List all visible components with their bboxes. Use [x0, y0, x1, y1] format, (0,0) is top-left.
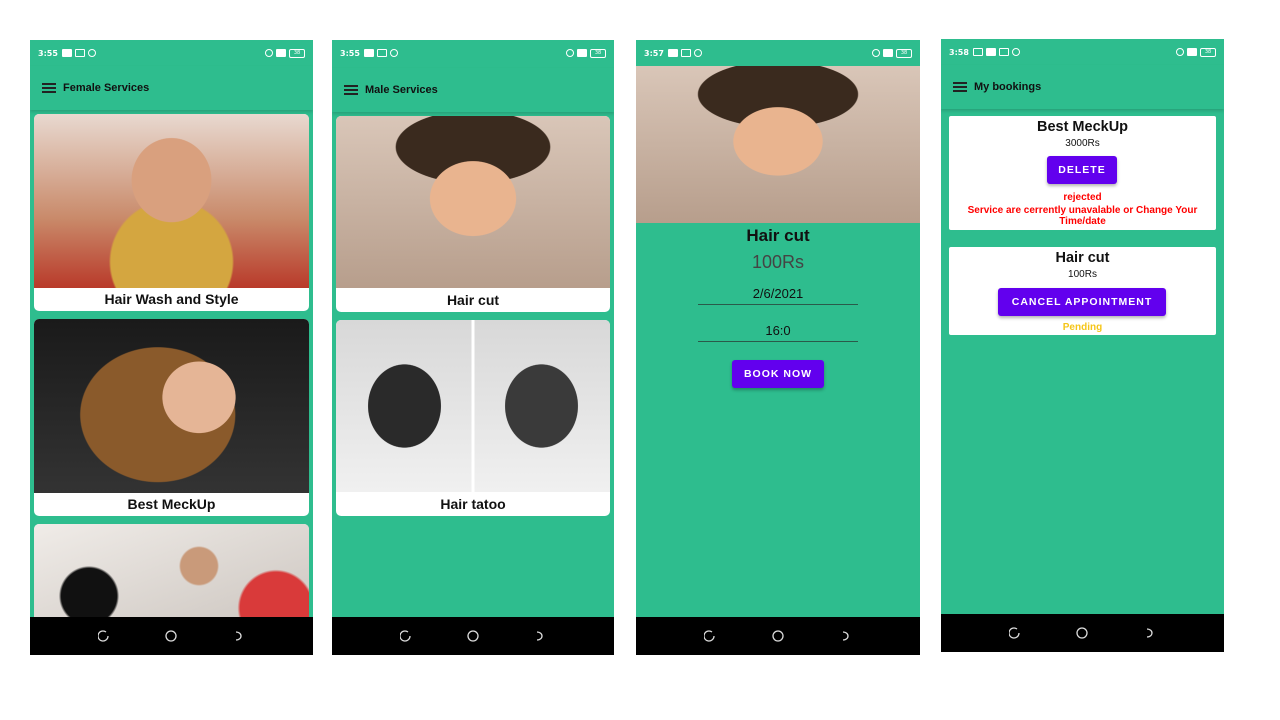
- back-icon[interactable]: [534, 630, 546, 642]
- android-nav-bar: [636, 617, 920, 655]
- hotspot-icon: [1176, 48, 1184, 56]
- delete-button[interactable]: DELETE: [1047, 156, 1117, 184]
- app-toolbar: Male Services: [332, 68, 614, 112]
- signal-icon: [276, 49, 286, 57]
- service-hero-image: [636, 66, 920, 223]
- hotspot-icon: [872, 49, 880, 57]
- circle-icon: [389, 49, 398, 57]
- menu-icon[interactable]: [953, 82, 967, 92]
- back-icon[interactable]: [1144, 627, 1156, 639]
- hotspot-icon: [566, 49, 574, 57]
- home-icon[interactable]: [165, 630, 178, 642]
- signal-icon: [883, 49, 893, 57]
- page-title: My bookings: [974, 81, 1042, 93]
- signal-icon: [577, 49, 587, 57]
- service-card-hair-tatoo[interactable]: Hair tatoo: [336, 320, 610, 516]
- circle-icon: [1011, 48, 1020, 56]
- service-title: Hair cut: [746, 226, 810, 245]
- android-nav-bar: [332, 617, 614, 655]
- time-field-underline: [698, 341, 858, 342]
- home-icon[interactable]: [1076, 627, 1089, 639]
- circle-icon: [87, 49, 96, 57]
- youtube-icon: [61, 49, 72, 57]
- battery-icon: 38: [1200, 47, 1216, 57]
- home-icon[interactable]: [772, 630, 784, 642]
- book-now-button[interactable]: BOOK NOW: [732, 360, 824, 388]
- service-name: Hair Wash and Style: [104, 291, 239, 307]
- status-bar: 3:55 38: [332, 40, 614, 66]
- service-image: [34, 319, 309, 493]
- page-title: Male Services: [365, 84, 438, 96]
- status-bar: 3:58 38: [941, 39, 1224, 65]
- status-bar: 3:57 38: [636, 40, 920, 66]
- back-icon[interactable]: [840, 630, 852, 642]
- signal-icon: [1187, 48, 1197, 56]
- android-nav-bar: [30, 617, 313, 655]
- recent-apps-icon[interactable]: [1008, 627, 1021, 639]
- shirt-icon: [998, 48, 1009, 56]
- booking-price: 3000Rs: [1065, 138, 1100, 149]
- service-price: 100Rs: [751, 252, 805, 272]
- menu-icon[interactable]: [42, 83, 56, 93]
- booking-status-message: Service are cerrently unavalable or Chan…: [967, 205, 1198, 227]
- menu-icon[interactable]: [344, 85, 358, 95]
- time-field[interactable]: 16:0: [698, 323, 858, 338]
- service-name: Hair cut: [446, 292, 500, 308]
- status-time: 3:55: [340, 48, 360, 58]
- service-name: Hair tatoo: [440, 496, 506, 512]
- page-title: Female Services: [63, 82, 150, 94]
- youtube-icon: [667, 49, 678, 57]
- service-image: [336, 116, 610, 288]
- service-card-best-meckup[interactable]: Best MeckUp: [34, 319, 309, 516]
- booking-price: 100Rs: [1068, 269, 1097, 280]
- app-toolbar: My bookings: [941, 65, 1224, 109]
- recent-apps-icon[interactable]: [399, 630, 412, 642]
- back-icon[interactable]: [233, 630, 245, 642]
- booking-service-name: Best MeckUp: [1036, 119, 1129, 135]
- booking-service-name: Hair cut: [1055, 250, 1110, 266]
- booking-card: Hair cut 100Rs CANCEL APPOINTMENT Pendin…: [949, 247, 1216, 335]
- status-bar: 3:55 38: [30, 40, 313, 66]
- youtube-icon: [363, 49, 374, 57]
- phone-female-services: 3:55 38 Female Services Hair Wash and St…: [30, 40, 313, 655]
- shirt-icon: [74, 49, 85, 57]
- phone-male-services: 3:55 38 Male Services Hair cut Hair tato…: [332, 40, 614, 655]
- recent-apps-icon[interactable]: [97, 630, 110, 642]
- status-time: 3:58: [949, 47, 969, 57]
- booking-card: Best MeckUp 3000Rs DELETE rejected Servi…: [949, 116, 1216, 230]
- date-field[interactable]: 2/6/2021: [698, 286, 858, 301]
- home-icon[interactable]: [467, 630, 479, 642]
- shirt-icon: [680, 49, 691, 57]
- service-image: [336, 320, 610, 492]
- battery-icon: 38: [590, 48, 606, 58]
- recent-apps-icon[interactable]: [704, 630, 716, 642]
- hotspot-icon: [265, 49, 273, 57]
- android-nav-bar: [941, 614, 1224, 652]
- service-card-hair-cut[interactable]: Hair cut: [336, 116, 610, 312]
- status-time: 3:55: [38, 48, 58, 58]
- cancel-appointment-button[interactable]: CANCEL APPOINTMENT: [998, 288, 1166, 316]
- phone-my-bookings: 3:58 38 My bookings Best MeckUp 3000Rs D…: [941, 39, 1224, 652]
- booking-status: Pending: [1062, 322, 1103, 333]
- service-name: Best MeckUp: [127, 496, 216, 512]
- phone-service-detail: 3:57 38 Hair cut 100Rs 2/6/2021 16:0 BOO…: [636, 40, 920, 655]
- shirt-icon: [376, 49, 387, 57]
- battery-icon: 38: [896, 48, 912, 58]
- battery-icon: 38: [289, 48, 305, 58]
- status-time: 3:57: [644, 48, 664, 58]
- date-field-underline: [698, 304, 858, 305]
- booking-status: rejected: [1063, 192, 1102, 203]
- service-image: [34, 114, 309, 288]
- app-toolbar: Female Services: [30, 66, 313, 110]
- youtube-icon: [985, 48, 996, 56]
- service-card-hair-wash[interactable]: Hair Wash and Style: [34, 114, 309, 311]
- circle-icon: [693, 49, 702, 57]
- image-icon: [972, 48, 983, 56]
